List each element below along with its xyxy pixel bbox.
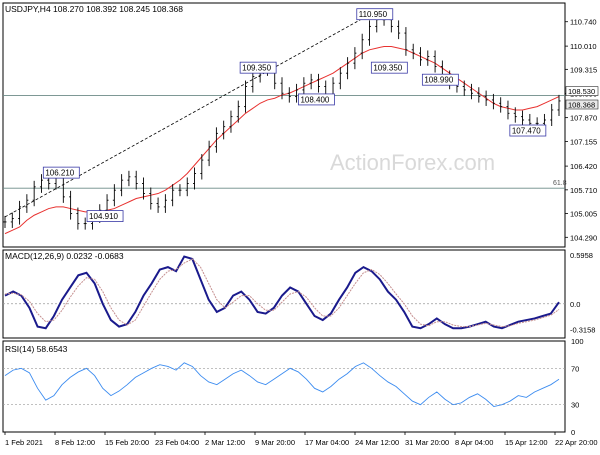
price-y-tick-2: 109.315 [570, 65, 597, 74]
price-y-tick-8: 105.005 [570, 209, 597, 218]
price-annotation-6: 106.210 [45, 169, 74, 178]
price-y-tick-1: 110.010 [570, 42, 597, 51]
rsi-panel-frame [2, 340, 566, 433]
x-tick-4: 2 Mar 12:00 [205, 438, 245, 447]
macd-y-tick-2: -0.3158 [570, 326, 595, 335]
chart-canvas: 61.8 110.950 109.350 108.400 109.350 108.990 1… [2, 2, 599, 447]
price-label-0: 108.530 [568, 87, 595, 96]
price-label-1: 108.368 [568, 101, 595, 110]
price-y-tick-4: 107.870 [570, 114, 597, 123]
x-tick-11: 22 Apr 20:00 [555, 438, 598, 447]
price-y-tick-5: 107.155 [570, 138, 597, 147]
x-tick-6: 17 Mar 04:00 [305, 438, 349, 447]
price-annotation-3: 109.350 [373, 64, 402, 73]
rsi-y-tick-1: 70 [571, 364, 579, 373]
macd-y-tick-0: 0.5958 [570, 251, 593, 260]
rsi-y-tick-2: 30 [571, 401, 579, 410]
x-tick-9: 8 Apr 04:00 [455, 438, 493, 447]
macd-y-tick-1: 0.0 [570, 300, 580, 309]
price-annotation-4: 108.990 [424, 76, 453, 85]
macd-title: MACD(12,26,9) 0.0232 -0.0683 [5, 251, 124, 261]
price-annotation-2: 108.400 [300, 95, 329, 104]
x-tick-0: 1 Feb 2021 [5, 438, 43, 447]
price-annotation-0: 110.950 [359, 10, 388, 19]
x-tick-8: 31 Mar 20:00 [405, 438, 449, 447]
usdjpy-chart: 61.8 110.950 109.350 108.400 109.350 108.990 1… [0, 0, 600, 450]
rsi-y-tick-0: 100 [571, 337, 584, 346]
price-annotation-7: 104.910 [89, 212, 118, 221]
price-y-tick-0: 110.740 [570, 18, 597, 27]
fib-label: 61.8 [553, 180, 567, 187]
watermark: ActionForex.com [330, 150, 495, 175]
symbol-title: USDJPY,H4 108.270 108.392 108.245 108.36… [5, 4, 183, 14]
x-tick-7: 24 Mar 12:00 [355, 438, 399, 447]
price-y-tick-7: 105.710 [570, 186, 597, 195]
x-tick-2: 15 Feb 20:00 [105, 438, 149, 447]
x-tick-5: 9 Mar 20:00 [255, 438, 295, 447]
price-y-tick-9: 104.290 [570, 233, 597, 242]
price-y-tick-6: 106.420 [570, 162, 597, 171]
price-annotation-1: 109.350 [242, 64, 271, 73]
x-tick-10: 15 Apr 12:00 [505, 438, 548, 447]
price-annotation-5: 107.470 [512, 127, 541, 136]
x-tick-1: 8 Feb 12:00 [55, 438, 95, 447]
rsi-y-tick-3: 0 [571, 428, 575, 437]
rsi-title: RSI(14) 58.6543 [5, 344, 68, 354]
x-tick-3: 23 Feb 04:00 [155, 438, 199, 447]
